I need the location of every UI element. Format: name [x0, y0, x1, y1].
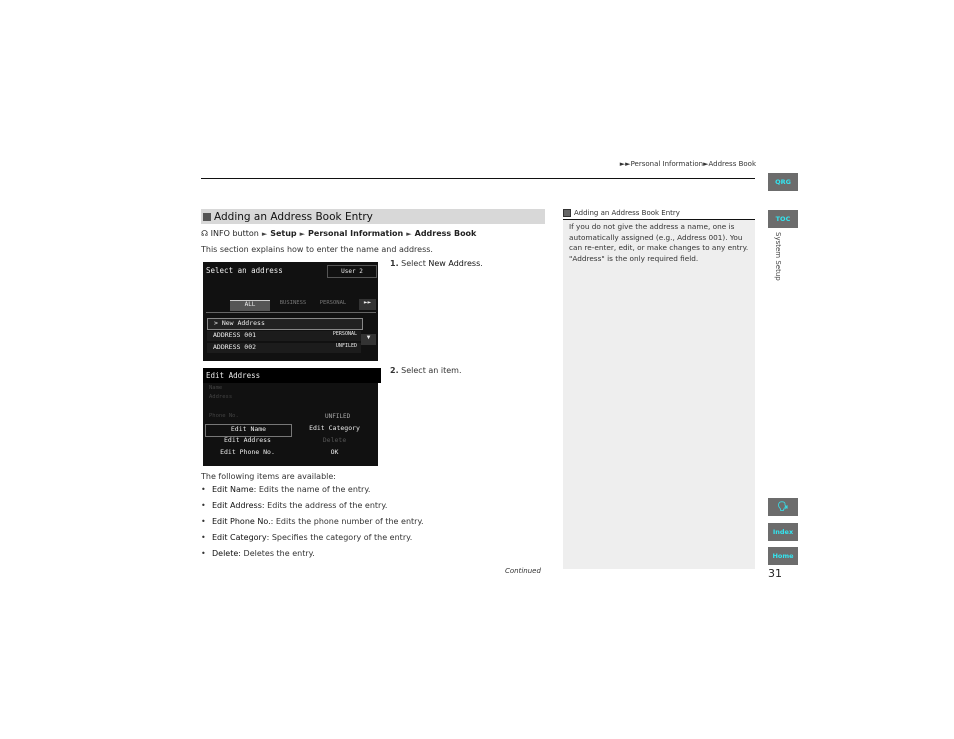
index-tab[interactable]: Index	[768, 523, 798, 541]
item-desc: : Edits the phone number of the entry.	[270, 517, 424, 526]
step-text: Select	[401, 259, 429, 268]
delete-button[interactable]: Delete	[293, 436, 376, 447]
step-num: 1.	[390, 259, 399, 268]
faded-address: Address	[209, 394, 233, 400]
path-sep: ►	[299, 230, 306, 238]
scroll-down-icon[interactable]: ▼	[361, 334, 376, 345]
item-term: Delete	[212, 549, 239, 558]
tab-business[interactable]: BUSINESS	[273, 300, 313, 310]
category-value: UNFILED	[325, 413, 351, 420]
screen2-title: Edit Address	[203, 368, 381, 383]
tab-all[interactable]: ALL	[230, 300, 270, 311]
note-line: "Address" is the only required field.	[569, 253, 699, 263]
edit-phone-button[interactable]: Edit Phone No.	[205, 448, 290, 459]
screen1-title: Select an address	[206, 266, 283, 275]
path-setup: Setup	[270, 229, 297, 238]
header-rule	[201, 178, 755, 179]
voice-command-icon: 🗣	[777, 502, 789, 512]
note-icon	[563, 209, 571, 217]
note-header: Adding an Address Book Entry	[563, 208, 755, 220]
items-list: • Edit Name: Edits the name of the entry.…	[201, 485, 424, 565]
item-desc: : Specifies the category of the entry.	[266, 533, 413, 542]
intro-text: This section explains how to enter the n…	[201, 245, 433, 254]
continued-label: Continued	[505, 567, 541, 575]
voice-tab[interactable]: 🗣	[768, 498, 798, 516]
list-item: • Edit Address: Edits the address of the …	[201, 501, 424, 517]
path-personal-information: Personal Information	[308, 229, 404, 238]
step-1: 1. Select New Address.	[390, 259, 483, 268]
item-desc: : Edits the address of the entry.	[261, 501, 388, 510]
screen-edit-address: Edit Address Name Address Phone No. UNFI…	[203, 368, 381, 466]
section-square-icon	[203, 212, 211, 221]
note-line: automatically assigned (e.g., Address 00…	[569, 232, 743, 242]
item-desc: : Edits the name of the entry.	[253, 485, 371, 494]
path-sep: ►	[406, 230, 412, 238]
page-number: 31	[768, 567, 782, 580]
section-title-text: Adding an Address Book Entry	[214, 210, 373, 223]
list-item: • Delete: Deletes the entry.	[201, 549, 424, 565]
path-address-book: Address Book	[414, 229, 477, 238]
item-term: Edit Phone No.	[212, 517, 271, 526]
edit-address-button[interactable]: Edit Address	[205, 436, 290, 447]
path-sep: ►	[261, 230, 268, 238]
side-note: Adding an Address Book Entry If you do n…	[563, 208, 755, 569]
row-address-002[interactable]: ADDRESS 002 UNFILED	[207, 343, 361, 353]
note-line: If you do not give the address a name, o…	[569, 222, 735, 231]
item-term: Edit Category	[212, 533, 267, 542]
list-item: • Edit Name: Edits the name of the entry.	[201, 485, 424, 501]
breadcrumb-personal-information[interactable]: Personal Information	[631, 160, 704, 168]
user-badge: User 2	[327, 265, 377, 278]
list-item: • Edit Category: Specifies the category o…	[201, 533, 424, 549]
row-name: ADDRESS 002	[213, 343, 257, 351]
screen-select-address: Select an address User 2 ALL BUSINESS PE…	[203, 262, 378, 361]
row-category: UNFILED	[335, 343, 357, 349]
item-term: Edit Name	[212, 485, 254, 494]
path-start: INFO button	[210, 229, 259, 238]
row-address-001[interactable]: ADDRESS 001 PERSONAL	[207, 331, 361, 341]
tab-divider	[206, 312, 376, 313]
step-text: Select an item.	[401, 366, 462, 375]
step-bold: New Address	[428, 259, 481, 268]
item-desc: : Deletes the entry.	[238, 549, 315, 558]
step-post: .	[480, 259, 483, 268]
row-category: PERSONAL	[332, 331, 357, 337]
available-intro: The following items are available:	[201, 472, 336, 481]
faded-name: Name	[209, 385, 223, 391]
row-name: ADDRESS 001	[213, 331, 257, 339]
home-tab[interactable]: Home	[768, 547, 798, 565]
note-line: can re-enter, edit, or make changes to a…	[569, 243, 749, 252]
breadcrumb: ►►Personal Information►Address Book	[560, 160, 756, 168]
breadcrumb-arrows: ►►	[619, 160, 631, 168]
row-new-address[interactable]: > New Address	[207, 318, 363, 330]
note-body: If you do not give the address a name, o…	[563, 220, 755, 266]
faded-phone: Phone No.	[209, 413, 239, 419]
chapter-label: System Setup	[774, 232, 782, 281]
tab-personal[interactable]: PERSONAL	[313, 300, 353, 310]
section-title: Adding an Address Book Entry	[201, 209, 545, 224]
qrg-tab[interactable]: QRG	[768, 173, 798, 191]
item-term: Edit Address	[212, 501, 262, 510]
menu-path: ☊ INFO button ► Setup ► Personal Information…	[201, 229, 476, 238]
note-title: Adding an Address Book Entry	[574, 209, 680, 217]
breadcrumb-address-book[interactable]: Address Book	[708, 160, 756, 168]
ok-button[interactable]: OK	[293, 448, 376, 459]
info-button-icon: ☊	[201, 229, 209, 238]
list-item: • Edit Phone No.: Edits the phone number …	[201, 517, 424, 533]
step-2: 2. Select an item.	[390, 366, 462, 375]
edit-category-button[interactable]: Edit Category	[293, 424, 376, 435]
more-tabs-button[interactable]: ►►	[359, 299, 376, 310]
step-num: 2.	[390, 366, 399, 375]
toc-tab[interactable]: TOC	[768, 210, 798, 228]
